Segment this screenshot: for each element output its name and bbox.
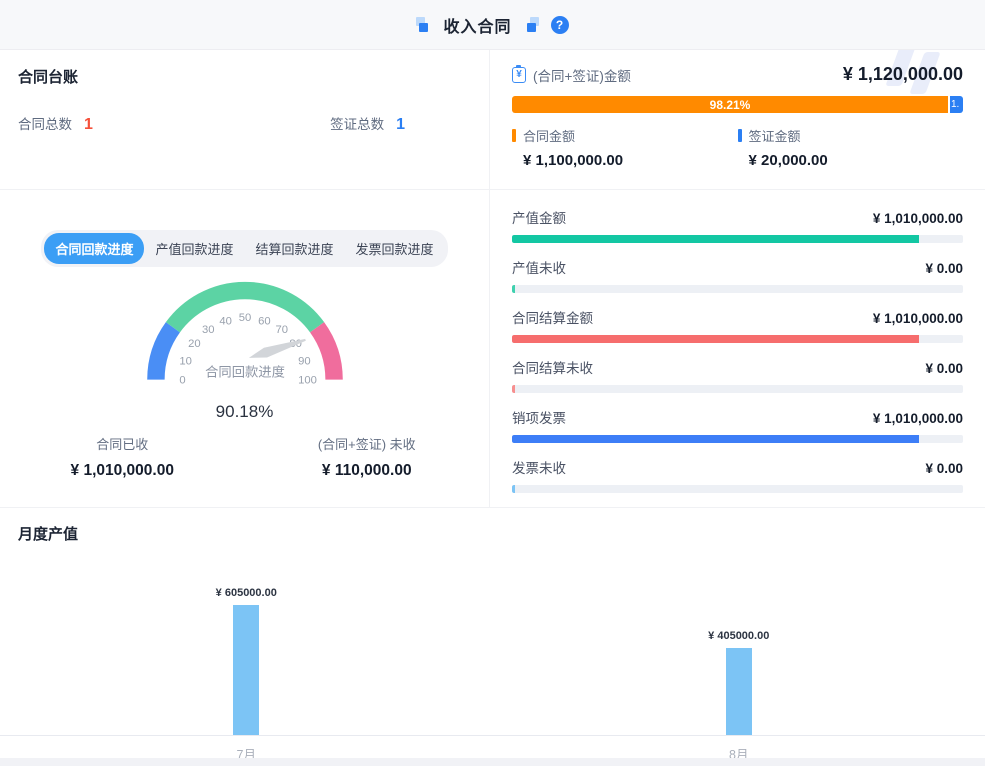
squares-deco-right-icon: [524, 17, 539, 32]
tab-progress-2[interactable]: 结算回款进度: [245, 233, 345, 264]
invoice-icon: ¥: [512, 67, 526, 83]
svg-text:70: 70: [275, 324, 288, 336]
legend-tick-orange: [512, 129, 516, 142]
unreceived-stat: (合同+签证) 未收 ¥ 110,000.00: [245, 434, 490, 480]
income-contract-dashboard: 收入合同 ? 合同台账 合同总数 1 签证总数 1: [0, 0, 985, 766]
visa-count-label: 签证总数: [330, 113, 384, 133]
svg-text:40: 40: [219, 315, 232, 327]
progress-tabs: 合同回款进度产值回款进度结算回款进度发票回款进度: [41, 230, 447, 267]
metric-bar-fill: [512, 435, 919, 443]
metric-value: ¥ 0.00: [925, 461, 963, 476]
metric-bar-fill: [512, 235, 919, 243]
middle-row: 合同回款进度产值回款进度结算回款进度发票回款进度 010203040506070…: [0, 190, 985, 508]
svg-text:100: 100: [298, 375, 317, 387]
svg-text:20: 20: [188, 338, 201, 350]
page-title: 收入合同: [443, 13, 511, 37]
monthly-chart-title: 月度产值: [0, 523, 985, 544]
ledger-stats: 合同总数 1 签证总数 1: [18, 113, 471, 134]
gauge-percent-value: 90.18%: [0, 402, 489, 422]
contract-ratio-segment: 98.21%: [512, 96, 948, 113]
visa-ratio-segment: 1.: [950, 96, 963, 113]
month-bar-value-label: ¥ 605000.00: [216, 587, 277, 599]
contract-ledger-card: 合同台账 合同总数 1 签证总数 1: [0, 50, 490, 189]
contract-count-value: 1: [84, 116, 93, 134]
page-header: 收入合同 ?: [0, 0, 985, 50]
contract-count-label: 合同总数: [18, 113, 72, 133]
total-amount-value: ¥ 1,120,000.00: [843, 64, 963, 85]
tab-progress-0[interactable]: 合同回款进度: [44, 233, 144, 264]
metric-label: 合同结算金额: [512, 307, 593, 327]
svg-text:90: 90: [298, 355, 311, 367]
metric-bar-track: [512, 435, 963, 443]
metric-value: ¥ 1,010,000.00: [873, 311, 963, 326]
metric-row: 产值未收 ¥ 0.00: [512, 257, 963, 293]
legend-tick-blue: [738, 129, 742, 142]
month-bar: [233, 605, 259, 735]
top-row: 合同台账 合同总数 1 签证总数 1 ¥ (合同+签证)金额 ¥: [0, 50, 985, 190]
help-icon[interactable]: ?: [551, 16, 569, 34]
payback-gauge-chart: 0102030405060708090100合同回款进度: [0, 269, 489, 402]
metric-label: 发票未收: [512, 457, 566, 477]
monthly-bar-chart: ¥ 605000.00 ¥ 405000.00: [0, 586, 985, 736]
metric-row: 销项发票 ¥ 1,010,000.00: [512, 407, 963, 443]
metric-row: 合同结算未收 ¥ 0.00: [512, 357, 963, 393]
amount-legend: 合同金额 ¥ 1,100,000.00 签证金额 ¥ 20,000.00: [512, 126, 963, 169]
metric-bar-track: [512, 335, 963, 343]
squares-deco-left-icon: [416, 17, 431, 32]
svg-text:10: 10: [179, 355, 192, 367]
svg-text:0: 0: [179, 375, 185, 387]
month-bar: [726, 648, 752, 735]
svg-text:50: 50: [238, 312, 251, 324]
received-stat: 合同已收 ¥ 1,010,000.00: [0, 434, 245, 480]
metric-bar-track: [512, 235, 963, 243]
metric-bar-track: [512, 385, 963, 393]
metric-row: 产值金额 ¥ 1,010,000.00: [512, 207, 963, 243]
metric-bar-fill: [512, 335, 919, 343]
total-amount-label: (合同+签证)金额: [533, 65, 631, 85]
footer-strip: [0, 758, 985, 766]
metric-bar-track: [512, 485, 963, 493]
metric-value: ¥ 1,010,000.00: [873, 211, 963, 226]
svg-text:合同回款进度: 合同回款进度: [205, 365, 285, 380]
legend-contract-amount: 合同金额 ¥ 1,100,000.00: [512, 126, 738, 169]
svg-text:30: 30: [201, 324, 214, 336]
received-stats: 合同已收 ¥ 1,010,000.00 (合同+签证) 未收 ¥ 110,000…: [0, 434, 489, 480]
metric-label: 合同结算未收: [512, 357, 593, 377]
svg-text:60: 60: [258, 315, 271, 327]
metric-value: ¥ 0.00: [925, 361, 963, 376]
metric-bar-track: [512, 285, 963, 293]
visa-count: 签证总数 1: [330, 113, 405, 134]
metric-bar-fill: [512, 385, 515, 393]
metric-row: 合同结算金额 ¥ 1,010,000.00: [512, 307, 963, 343]
gauge-svg: 0102030405060708090100合同回款进度: [127, 269, 363, 397]
metric-label: 销项发票: [512, 407, 566, 427]
tab-progress-1[interactable]: 产值回款进度: [144, 233, 244, 264]
metric-bar-fill: [512, 285, 515, 293]
legend-visa-amount: 签证金额 ¥ 20,000.00: [738, 126, 964, 169]
metric-label: 产值金额: [512, 207, 566, 227]
visa-count-value: 1: [396, 116, 405, 134]
metric-list: 产值金额 ¥ 1,010,000.00 产值未收 ¥ 0.00 合同结算金额 ¥ 1,01…: [490, 190, 985, 507]
metric-value: ¥ 0.00: [925, 261, 963, 276]
metric-row: 发票未收 ¥ 0.00: [512, 457, 963, 493]
ledger-title: 合同台账: [18, 66, 471, 87]
tab-progress-3[interactable]: 发票回款进度: [345, 233, 445, 264]
metric-value: ¥ 1,010,000.00: [873, 411, 963, 426]
total-amount-card: ¥ (合同+签证)金额 ¥ 1,120,000.00 98.21% 1. 合同金…: [490, 50, 985, 189]
monthly-output-section: 月度产值 ¥ 605000.00¥ 405000.00 7月8月: [0, 508, 985, 751]
metric-label: 产值未收: [512, 257, 566, 277]
metric-bar-fill: [512, 485, 515, 493]
amount-ratio-bar: 98.21% 1.: [512, 96, 963, 113]
contract-count: 合同总数 1: [18, 113, 93, 134]
month-bar-value-label: ¥ 405000.00: [708, 630, 769, 642]
payback-progress-panel: 合同回款进度产值回款进度结算回款进度发票回款进度 010203040506070…: [0, 190, 490, 507]
